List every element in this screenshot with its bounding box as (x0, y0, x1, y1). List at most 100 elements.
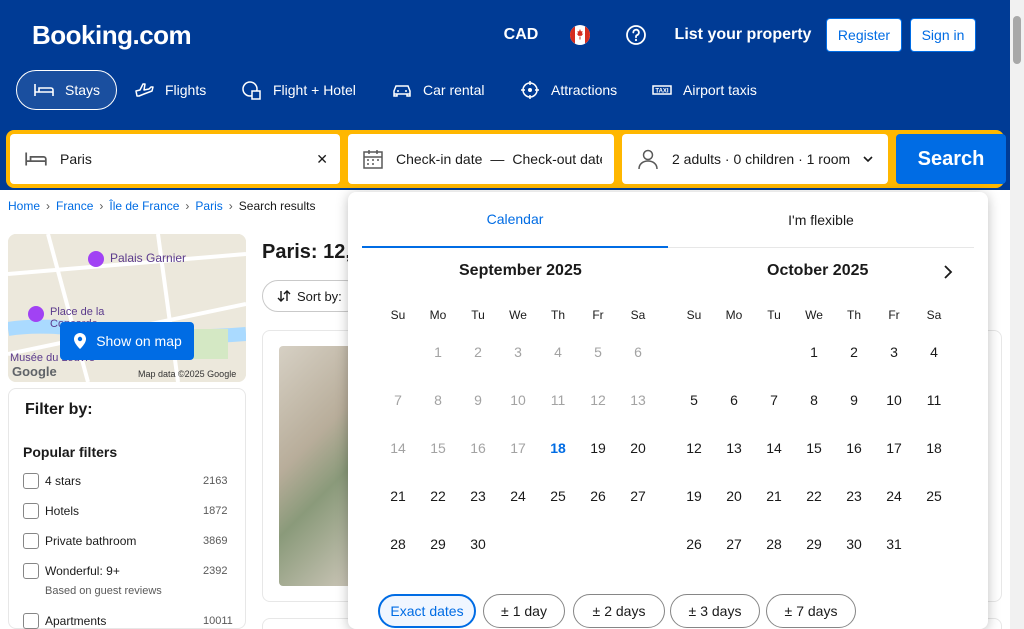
filter-hotels[interactable]: Hotels (23, 503, 79, 519)
calendar-day[interactable]: 22 (418, 472, 458, 520)
checkbox[interactable] (23, 473, 39, 489)
checkbox[interactable] (23, 563, 39, 579)
flex-chip[interactable]: ±3 days (670, 594, 760, 628)
guests-field[interactable]: 2 adults · 0 children · 1 room (622, 134, 888, 184)
calendar-day[interactable]: 28 (754, 520, 794, 568)
breadcrumb-ile-de-france[interactable]: Île de France (109, 199, 179, 213)
checkbox[interactable] (23, 533, 39, 549)
calendar-day[interactable]: 21 (378, 472, 418, 520)
calendar-day[interactable]: 21 (754, 472, 794, 520)
scrollbar-thumb[interactable] (1013, 16, 1021, 64)
calendar-day[interactable]: 18 (538, 424, 578, 472)
calendar-day[interactable]: 10 (874, 376, 914, 424)
tab-flexible[interactable]: I'm flexible (668, 192, 974, 248)
calendar-day[interactable]: 11 (914, 376, 954, 424)
filter-apartments[interactable]: Apartments (23, 613, 106, 629)
search-button[interactable]: Search (896, 134, 1006, 184)
nav-tab-flight-hotel[interactable]: Flight + Hotel (224, 70, 373, 110)
calendar-day[interactable]: 5 (674, 376, 714, 424)
sort-button[interactable]: Sort by: (262, 280, 362, 312)
nav-tab-flights[interactable]: Flights (116, 70, 223, 110)
nav-tab-car-rental[interactable]: Car rental (374, 70, 501, 110)
calendar-day[interactable]: 1 (794, 328, 834, 376)
checkbox[interactable] (23, 613, 39, 629)
calendar-day[interactable]: 19 (578, 424, 618, 472)
car-icon (393, 85, 411, 97)
breadcrumb-france[interactable]: France (56, 199, 93, 213)
calendar-day[interactable]: 26 (674, 520, 714, 568)
calendar-day[interactable]: 14 (754, 424, 794, 472)
flex-chip[interactable]: ±7 days (766, 594, 856, 628)
question-mark-icon (626, 25, 646, 45)
tab-calendar[interactable]: Calendar (362, 192, 668, 248)
calendar-day[interactable]: 24 (874, 472, 914, 520)
calendar-day[interactable]: 12 (674, 424, 714, 472)
register-button[interactable]: Register (826, 18, 902, 52)
flex-chip[interactable]: ±2 days (573, 594, 665, 628)
calendar-day[interactable]: 16 (834, 424, 874, 472)
plus-minus-icon: ± (592, 603, 601, 619)
calendar-day[interactable]: 15 (794, 424, 834, 472)
calendar-day[interactable]: 4 (914, 328, 954, 376)
flight-hotel-icon (242, 81, 261, 100)
calendar-day[interactable]: 25 (538, 472, 578, 520)
calendar-day[interactable]: 23 (834, 472, 874, 520)
calendar-day: 12 (590, 392, 606, 408)
calendar-day[interactable]: 18 (914, 424, 954, 472)
nav-tab-attractions[interactable]: Attractions (502, 70, 634, 110)
calendar-day[interactable]: 23 (458, 472, 498, 520)
calendar-day[interactable]: 24 (498, 472, 538, 520)
calendar-day[interactable]: 8 (794, 376, 834, 424)
dates-field[interactable]: Check-in date — Check-out date (348, 134, 614, 184)
calendar-day[interactable]: 27 (618, 472, 658, 520)
calendar-day[interactable]: 22 (794, 472, 834, 520)
destination-input[interactable]: Paris (60, 151, 92, 167)
calendar-day[interactable]: 2 (834, 328, 874, 376)
currency-button[interactable]: CAD (494, 14, 548, 56)
calendar-day[interactable]: 9 (834, 376, 874, 424)
calendar-day[interactable]: 7 (754, 376, 794, 424)
sign-in-button[interactable]: Sign in (910, 18, 976, 52)
checkout-label: Check-out date (512, 151, 603, 167)
calendar-day[interactable]: 17 (874, 424, 914, 472)
calendar-day[interactable]: 26 (578, 472, 618, 520)
nav-tab-stays[interactable]: Stays (16, 70, 118, 110)
destination-field[interactable]: Paris ✕ (10, 134, 340, 184)
calendar-day[interactable]: 28 (378, 520, 418, 568)
booking-logo[interactable]: Booking.com (32, 20, 192, 51)
calendar-day[interactable]: 29 (794, 520, 834, 568)
weekday-label: Fr (592, 308, 604, 322)
page-scrollbar[interactable] (1010, 0, 1024, 629)
checkbox[interactable] (23, 503, 39, 519)
list-property-link[interactable]: List your property (668, 14, 818, 56)
calendar-day[interactable]: 30 (458, 520, 498, 568)
flex-chip[interactable]: Exact dates (378, 594, 476, 628)
calendar-day[interactable]: 3 (874, 328, 914, 376)
filter-private-bathroom[interactable]: Private bathroom (23, 533, 136, 549)
breadcrumb-home[interactable]: Home (8, 199, 40, 213)
calendar-day[interactable]: 31 (874, 520, 914, 568)
filter-4-stars[interactable]: 4 stars (23, 473, 81, 489)
clear-icon[interactable]: ✕ (316, 151, 328, 168)
calendar-day: 17 (510, 440, 526, 456)
filter-wonderful[interactable]: Wonderful: 9+ (23, 563, 120, 579)
show-on-map-button[interactable]: Show on map (60, 322, 194, 360)
calendar-day[interactable]: 13 (714, 424, 754, 472)
calendar-day[interactable]: 20 (714, 472, 754, 520)
calendar-day[interactable]: 20 (618, 424, 658, 472)
language-button[interactable] (556, 14, 604, 56)
next-month-button[interactable] (922, 248, 974, 296)
breadcrumb-paris[interactable]: Paris (195, 199, 222, 213)
weekday-label: Mo (725, 308, 743, 322)
chevron-right-icon: › (228, 199, 233, 213)
calendar-day[interactable]: 6 (714, 376, 754, 424)
calendar-day[interactable]: 30 (834, 520, 874, 568)
help-button[interactable] (612, 14, 660, 56)
calendar-day[interactable]: 29 (418, 520, 458, 568)
nav-tab-airport-taxis[interactable]: TAXI Airport taxis (634, 70, 774, 110)
calendar-day[interactable]: 19 (674, 472, 714, 520)
calendar-day[interactable]: 25 (914, 472, 954, 520)
flex-chip[interactable]: ±1 day (483, 594, 565, 628)
property-image[interactable] (279, 346, 359, 586)
calendar-day[interactable]: 27 (714, 520, 754, 568)
